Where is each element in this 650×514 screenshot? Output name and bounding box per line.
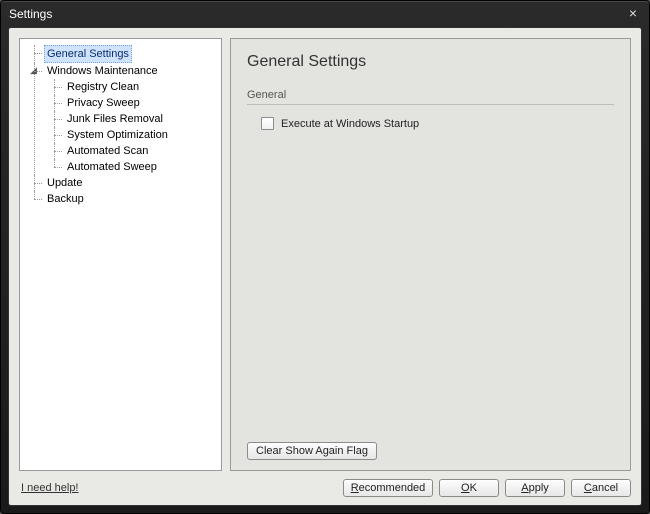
recommended-button[interactable]: Recommended xyxy=(343,479,433,497)
close-icon[interactable]: × xyxy=(625,6,641,22)
tree-item-update[interactable]: Update xyxy=(44,175,85,191)
settings-window: Settings × General Settings ◢ Windows Ma… xyxy=(0,0,650,514)
content-spacer xyxy=(247,130,614,436)
tree-item-automated-sweep[interactable]: Automated Sweep xyxy=(64,159,160,175)
execute-at-startup-row: Execute at Windows Startup xyxy=(261,117,614,130)
settings-tree: General Settings ◢ Windows Maintenance R… xyxy=(24,45,217,207)
clear-show-again-button[interactable]: Clear Show Again Flag xyxy=(247,442,377,460)
tree-item-general-settings[interactable]: General Settings xyxy=(44,45,132,63)
content-pane: General Settings General Execute at Wind… xyxy=(230,38,631,471)
help-link[interactable]: I need help! xyxy=(21,482,79,494)
client-area: General Settings ◢ Windows Maintenance R… xyxy=(8,27,642,506)
titlebar: Settings × xyxy=(1,1,649,27)
panel-footer: Clear Show Again Flag xyxy=(247,436,614,460)
apply-button[interactable]: Apply xyxy=(505,479,565,497)
tree-item-registry-clean[interactable]: Registry Clean xyxy=(64,79,142,95)
page-title: General Settings xyxy=(247,53,614,71)
cancel-button[interactable]: Cancel xyxy=(571,479,631,497)
execute-at-startup-checkbox[interactable] xyxy=(261,117,274,130)
tree-pane: General Settings ◢ Windows Maintenance R… xyxy=(19,38,222,471)
panels: General Settings ◢ Windows Maintenance R… xyxy=(19,38,631,471)
tree-item-system-optimization[interactable]: System Optimization xyxy=(64,127,171,143)
execute-at-startup-label: Execute at Windows Startup xyxy=(281,118,419,130)
ok-button[interactable]: OK xyxy=(439,479,499,497)
tree-item-privacy-sweep[interactable]: Privacy Sweep xyxy=(64,95,143,111)
chevron-down-icon[interactable]: ◢ xyxy=(29,66,38,75)
tree-item-automated-scan[interactable]: Automated Scan xyxy=(64,143,151,159)
window-title: Settings xyxy=(9,7,625,21)
tree-item-backup[interactable]: Backup xyxy=(44,191,87,207)
section-label-general: General xyxy=(247,89,614,105)
bottom-bar: I need help! Recommended OK Apply Cancel xyxy=(19,471,631,497)
tree-item-windows-maintenance[interactable]: Windows Maintenance xyxy=(44,63,161,79)
tree-item-junk-files-removal[interactable]: Junk Files Removal xyxy=(64,111,166,127)
